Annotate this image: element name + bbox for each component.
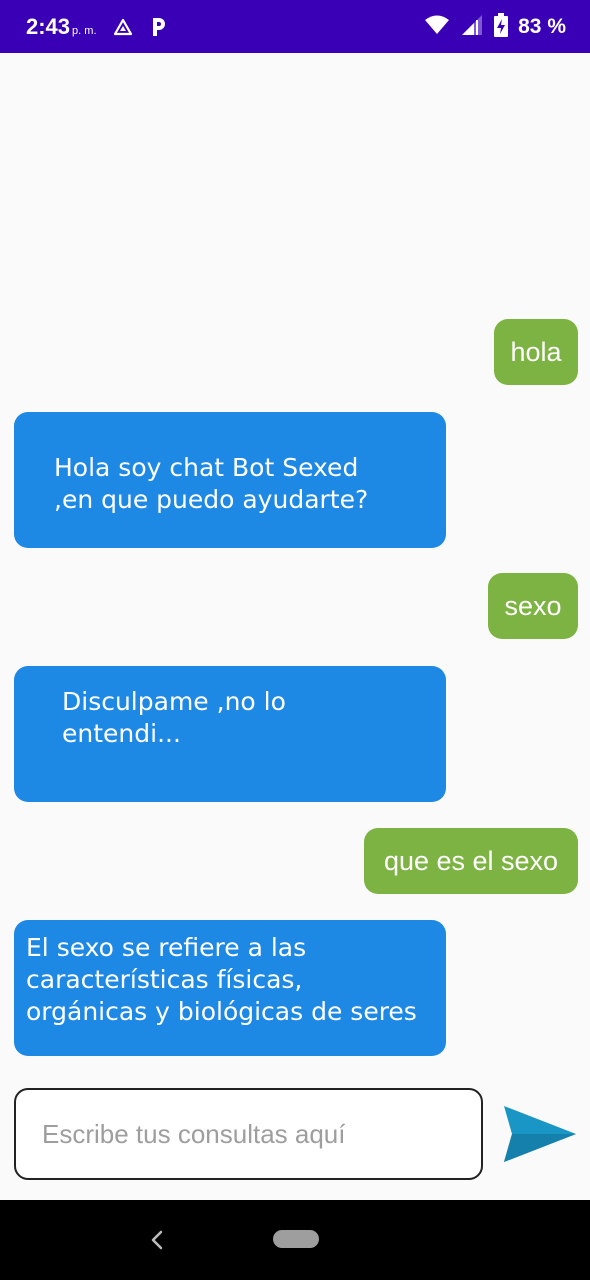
bot-message-line: Disculpame ,no lo	[62, 687, 286, 716]
user-message-text: sexo	[504, 590, 562, 621]
battery-percent: 83 %	[518, 14, 566, 38]
user-message: sexo	[488, 573, 578, 639]
bot-message-line: entendi...	[62, 719, 181, 748]
user-message-text: que es el sexo	[383, 845, 559, 876]
status-bar: 2:43 p. m. 83 %	[0, 0, 590, 53]
battery-charging-icon	[494, 12, 509, 41]
bot-message-line: orgánicas y biológicas de seres	[26, 997, 417, 1026]
send-arrow-icon	[504, 1106, 576, 1162]
drive-icon	[113, 18, 133, 36]
bot-message: El sexo se refiere a las características…	[14, 920, 446, 1056]
signal-icon	[460, 14, 484, 40]
user-message-text: hola	[510, 336, 562, 367]
home-button[interactable]	[273, 1230, 319, 1248]
back-button[interactable]	[145, 1224, 169, 1256]
status-ampm: p. m.	[72, 24, 97, 37]
user-message: que es el sexo	[364, 828, 578, 894]
user-message: hola	[494, 319, 578, 385]
navigation-bar	[0, 1200, 590, 1280]
bot-message: Disculpame ,no lo entendi...	[14, 666, 446, 802]
status-right: 83 %	[424, 12, 566, 41]
bot-message: Hola soy chat Bot Sexed ,en que puedo ay…	[14, 412, 446, 548]
bot-message-line: El sexo se refiere a las	[26, 933, 307, 962]
parking-icon	[149, 16, 167, 38]
back-chevron-icon	[151, 1230, 163, 1250]
send-button[interactable]	[502, 1100, 578, 1168]
status-time: 2:43	[26, 13, 71, 39]
bot-message-line: ,en que puedo ayudarte?	[54, 485, 369, 514]
bot-message-line: características físicas,	[26, 965, 303, 994]
message-input[interactable]	[14, 1088, 483, 1180]
wifi-icon	[424, 15, 450, 39]
bot-message-line: Hola soy chat Bot Sexed	[54, 453, 359, 482]
chat-area[interactable]: hola Hola soy chat Bot Sexed ,en que pue…	[0, 53, 590, 1200]
